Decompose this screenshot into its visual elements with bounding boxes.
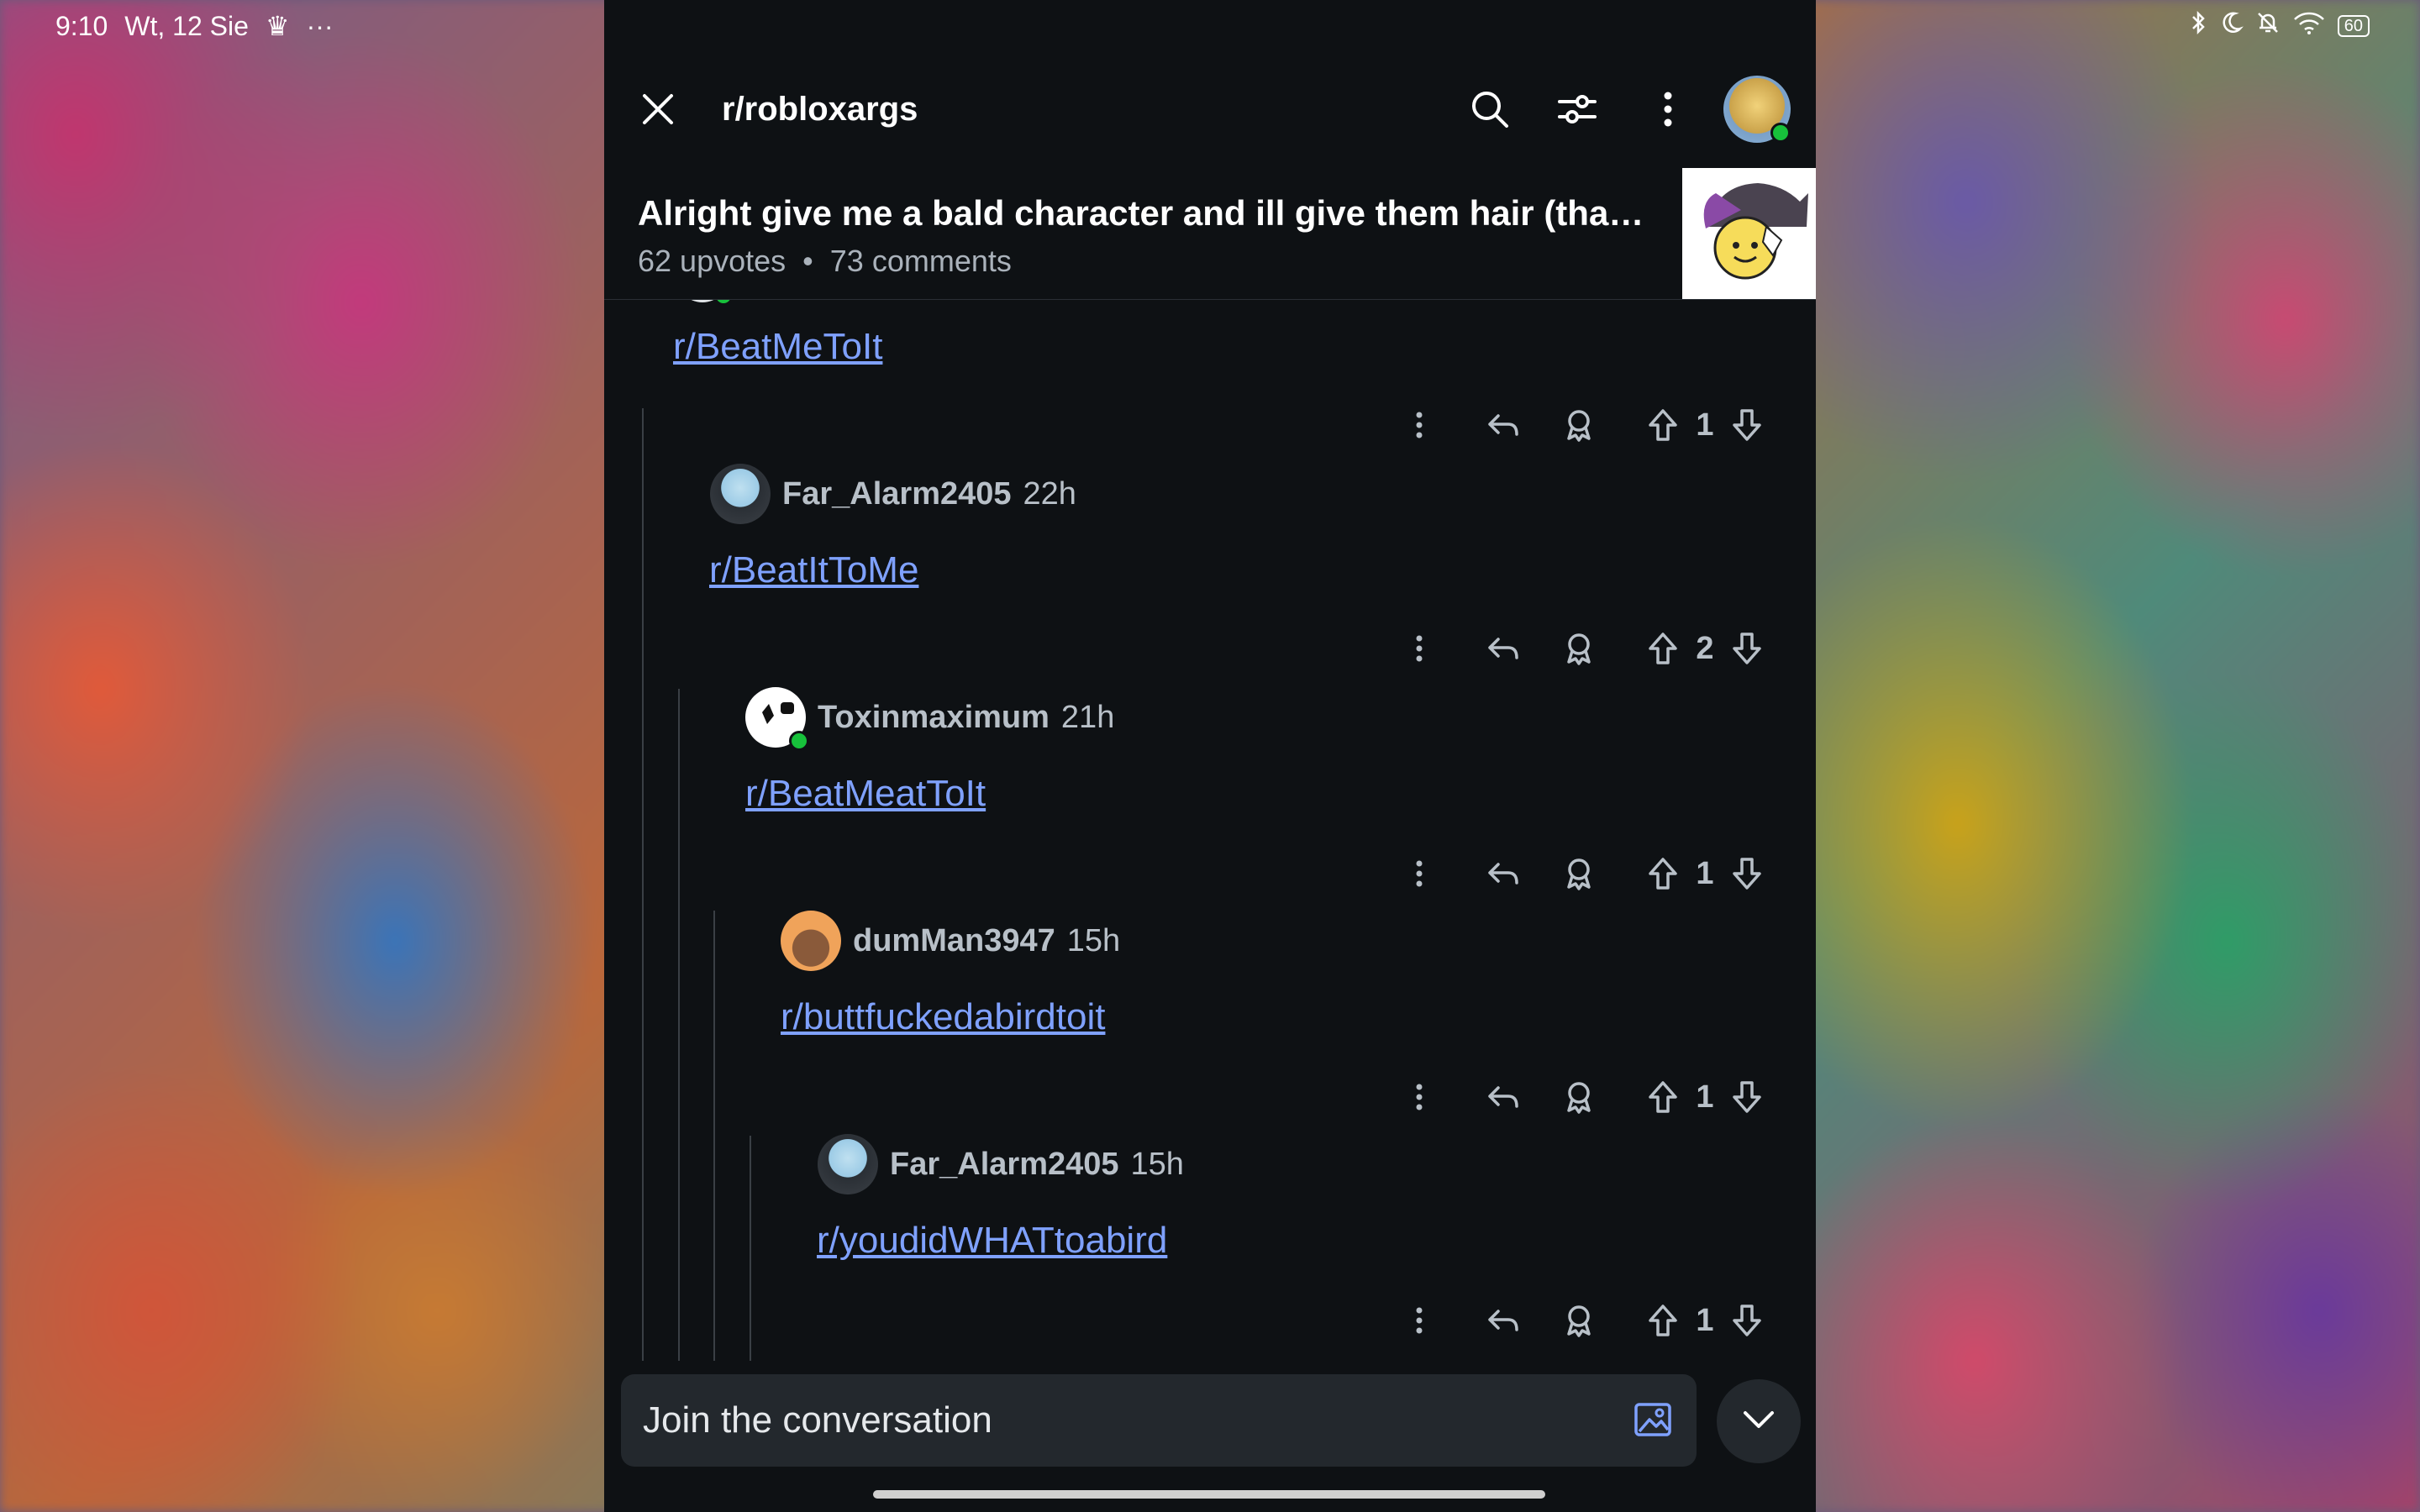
subreddit-link[interactable]: r/BeatMeatToIt [745,773,986,815]
post-header[interactable]: Alright give me a bald character and ill… [604,168,1816,300]
upvote-icon[interactable] [1638,1295,1688,1346]
home-indicator[interactable] [873,1490,1545,1499]
reply-icon[interactable] [1478,1295,1528,1346]
image-attach-icon[interactable] [1631,1398,1675,1441]
reply-icon[interactable] [1478,848,1528,899]
downvote-icon[interactable] [1722,623,1772,674]
vote-count: 1 [1696,1079,1714,1115]
vote-count: 1 [1696,1302,1714,1338]
comment-thread: r/BeatMeToIt 1 Far_Alarm2405 22h r/BeatI… [604,299,1816,1374]
award-icon[interactable] [1554,1295,1604,1346]
upvote-icon[interactable] [1638,400,1688,450]
comment-actions: 1 [1394,1295,1772,1346]
downvote-icon[interactable] [1722,400,1772,450]
online-indicator [1770,123,1791,143]
post-upvotes: 62 upvotes [638,244,786,278]
toolbar: r/robloxargs [604,59,1816,160]
comment-username[interactable]: Toxinmaximum [818,700,1050,736]
more-options-icon[interactable] [1394,400,1444,450]
moon-icon [2220,10,2244,41]
comment-avatar[interactable] [781,911,841,971]
comment-actions: 1 [1394,1072,1772,1122]
thread-line-depth-4[interactable] [750,1136,751,1374]
status-more: ··· [306,10,334,41]
more-options-icon[interactable] [1394,1295,1444,1346]
comment-header: Far_Alarm2405 22h [710,464,1076,524]
battery-indicator: 60 [2337,14,2370,37]
reddit-app-window: r/robloxargs Alright give me a bald char… [604,0,1816,1512]
comment-username[interactable]: dumMan3947 [853,923,1055,959]
award-icon[interactable] [1554,623,1604,674]
reply-icon[interactable] [1478,623,1528,674]
comment-compose-field[interactable]: Join the conversation [621,1374,1697,1467]
comment-header: Toxinmaximum 21h [745,687,1115,751]
comment-timestamp: 15h [1130,1146,1184,1182]
subreddit-link[interactable]: r/youdidWHATtoabird [817,1220,1167,1262]
collapse-comments-button[interactable] [1717,1379,1801,1463]
award-icon[interactable] [1554,400,1604,450]
subreddit-link[interactable]: r/buttfuckedabirdtoit [781,996,1105,1038]
close-icon[interactable] [634,86,681,133]
status-time: 9:10 [55,10,108,41]
status-date: Wt, 12 Sie [124,10,249,41]
comment-timestamp: 21h [1060,699,1115,735]
sort-filter-icon[interactable] [1554,86,1601,133]
bluetooth-icon [2190,10,2208,41]
comment-avatar[interactable] [710,464,771,524]
upvote-icon[interactable] [1638,848,1688,899]
crown-icon: ♛ [265,11,290,41]
comment-actions: 1 [1394,400,1772,450]
user-avatar[interactable] [1723,76,1791,143]
overflow-menu-icon[interactable] [1644,86,1691,133]
downvote-icon[interactable] [1722,1072,1772,1122]
thread-line-depth-2[interactable] [678,689,680,1374]
award-icon[interactable] [1554,1072,1604,1122]
comment-avatar[interactable] [818,1134,878,1194]
more-options-icon[interactable] [1394,623,1444,674]
compose-placeholder: Join the conversation [643,1399,992,1441]
more-options-icon[interactable] [1394,848,1444,899]
meta-separator: • [802,244,813,278]
subreddit-title[interactable]: r/robloxargs [722,91,918,129]
post-title[interactable]: Alright give me a bald character and ill… [638,193,1671,234]
comment-avatar[interactable] [745,687,809,751]
vote-count: 1 [1696,855,1714,891]
thread-line-depth-1[interactable] [642,408,644,1374]
subreddit-link[interactable]: r/BeatItToMe [709,549,918,591]
status-right: 60 [2190,10,2370,41]
more-options-icon[interactable] [1394,1072,1444,1122]
comment-timestamp: 15h [1066,922,1121,958]
bell-muted-icon [2255,10,2281,41]
wifi-icon [2292,10,2326,41]
status-left: 9:10 Wt, 12 Sie ♛ ··· [55,10,334,42]
upvote-icon[interactable] [1638,623,1688,674]
reply-icon[interactable] [1478,1072,1528,1122]
comment-header: dumMan3947 15h [781,911,1120,971]
bottom-bar: Join the conversation [604,1361,1816,1512]
comment-actions: 1 [1394,848,1772,899]
vote-count: 1 [1696,407,1714,443]
chevron-down-icon [1742,1410,1776,1434]
post-comment-count: 73 comments [829,244,1012,278]
downvote-icon[interactable] [1722,1295,1772,1346]
comment-username[interactable]: Far_Alarm2405 [782,476,1012,512]
search-icon[interactable] [1466,86,1513,133]
post-meta: 62 upvotes • 73 comments [638,244,1012,279]
reply-icon[interactable] [1478,400,1528,450]
online-indicator [789,731,809,751]
post-thumbnail[interactable] [1682,168,1816,299]
upvote-icon[interactable] [1638,1072,1688,1122]
comment-header: Far_Alarm2405 15h [818,1134,1184,1194]
comment-actions: 2 [1394,623,1772,674]
comment-timestamp: 22h [1023,475,1076,512]
thread-line-depth-3[interactable] [713,911,715,1374]
subreddit-link[interactable]: r/BeatMeToIt [673,326,882,368]
online-indicator [713,299,734,306]
vote-count: 2 [1696,630,1714,666]
downvote-icon[interactable] [1722,848,1772,899]
award-icon[interactable] [1554,848,1604,899]
comment-username[interactable]: Far_Alarm2405 [890,1147,1119,1183]
